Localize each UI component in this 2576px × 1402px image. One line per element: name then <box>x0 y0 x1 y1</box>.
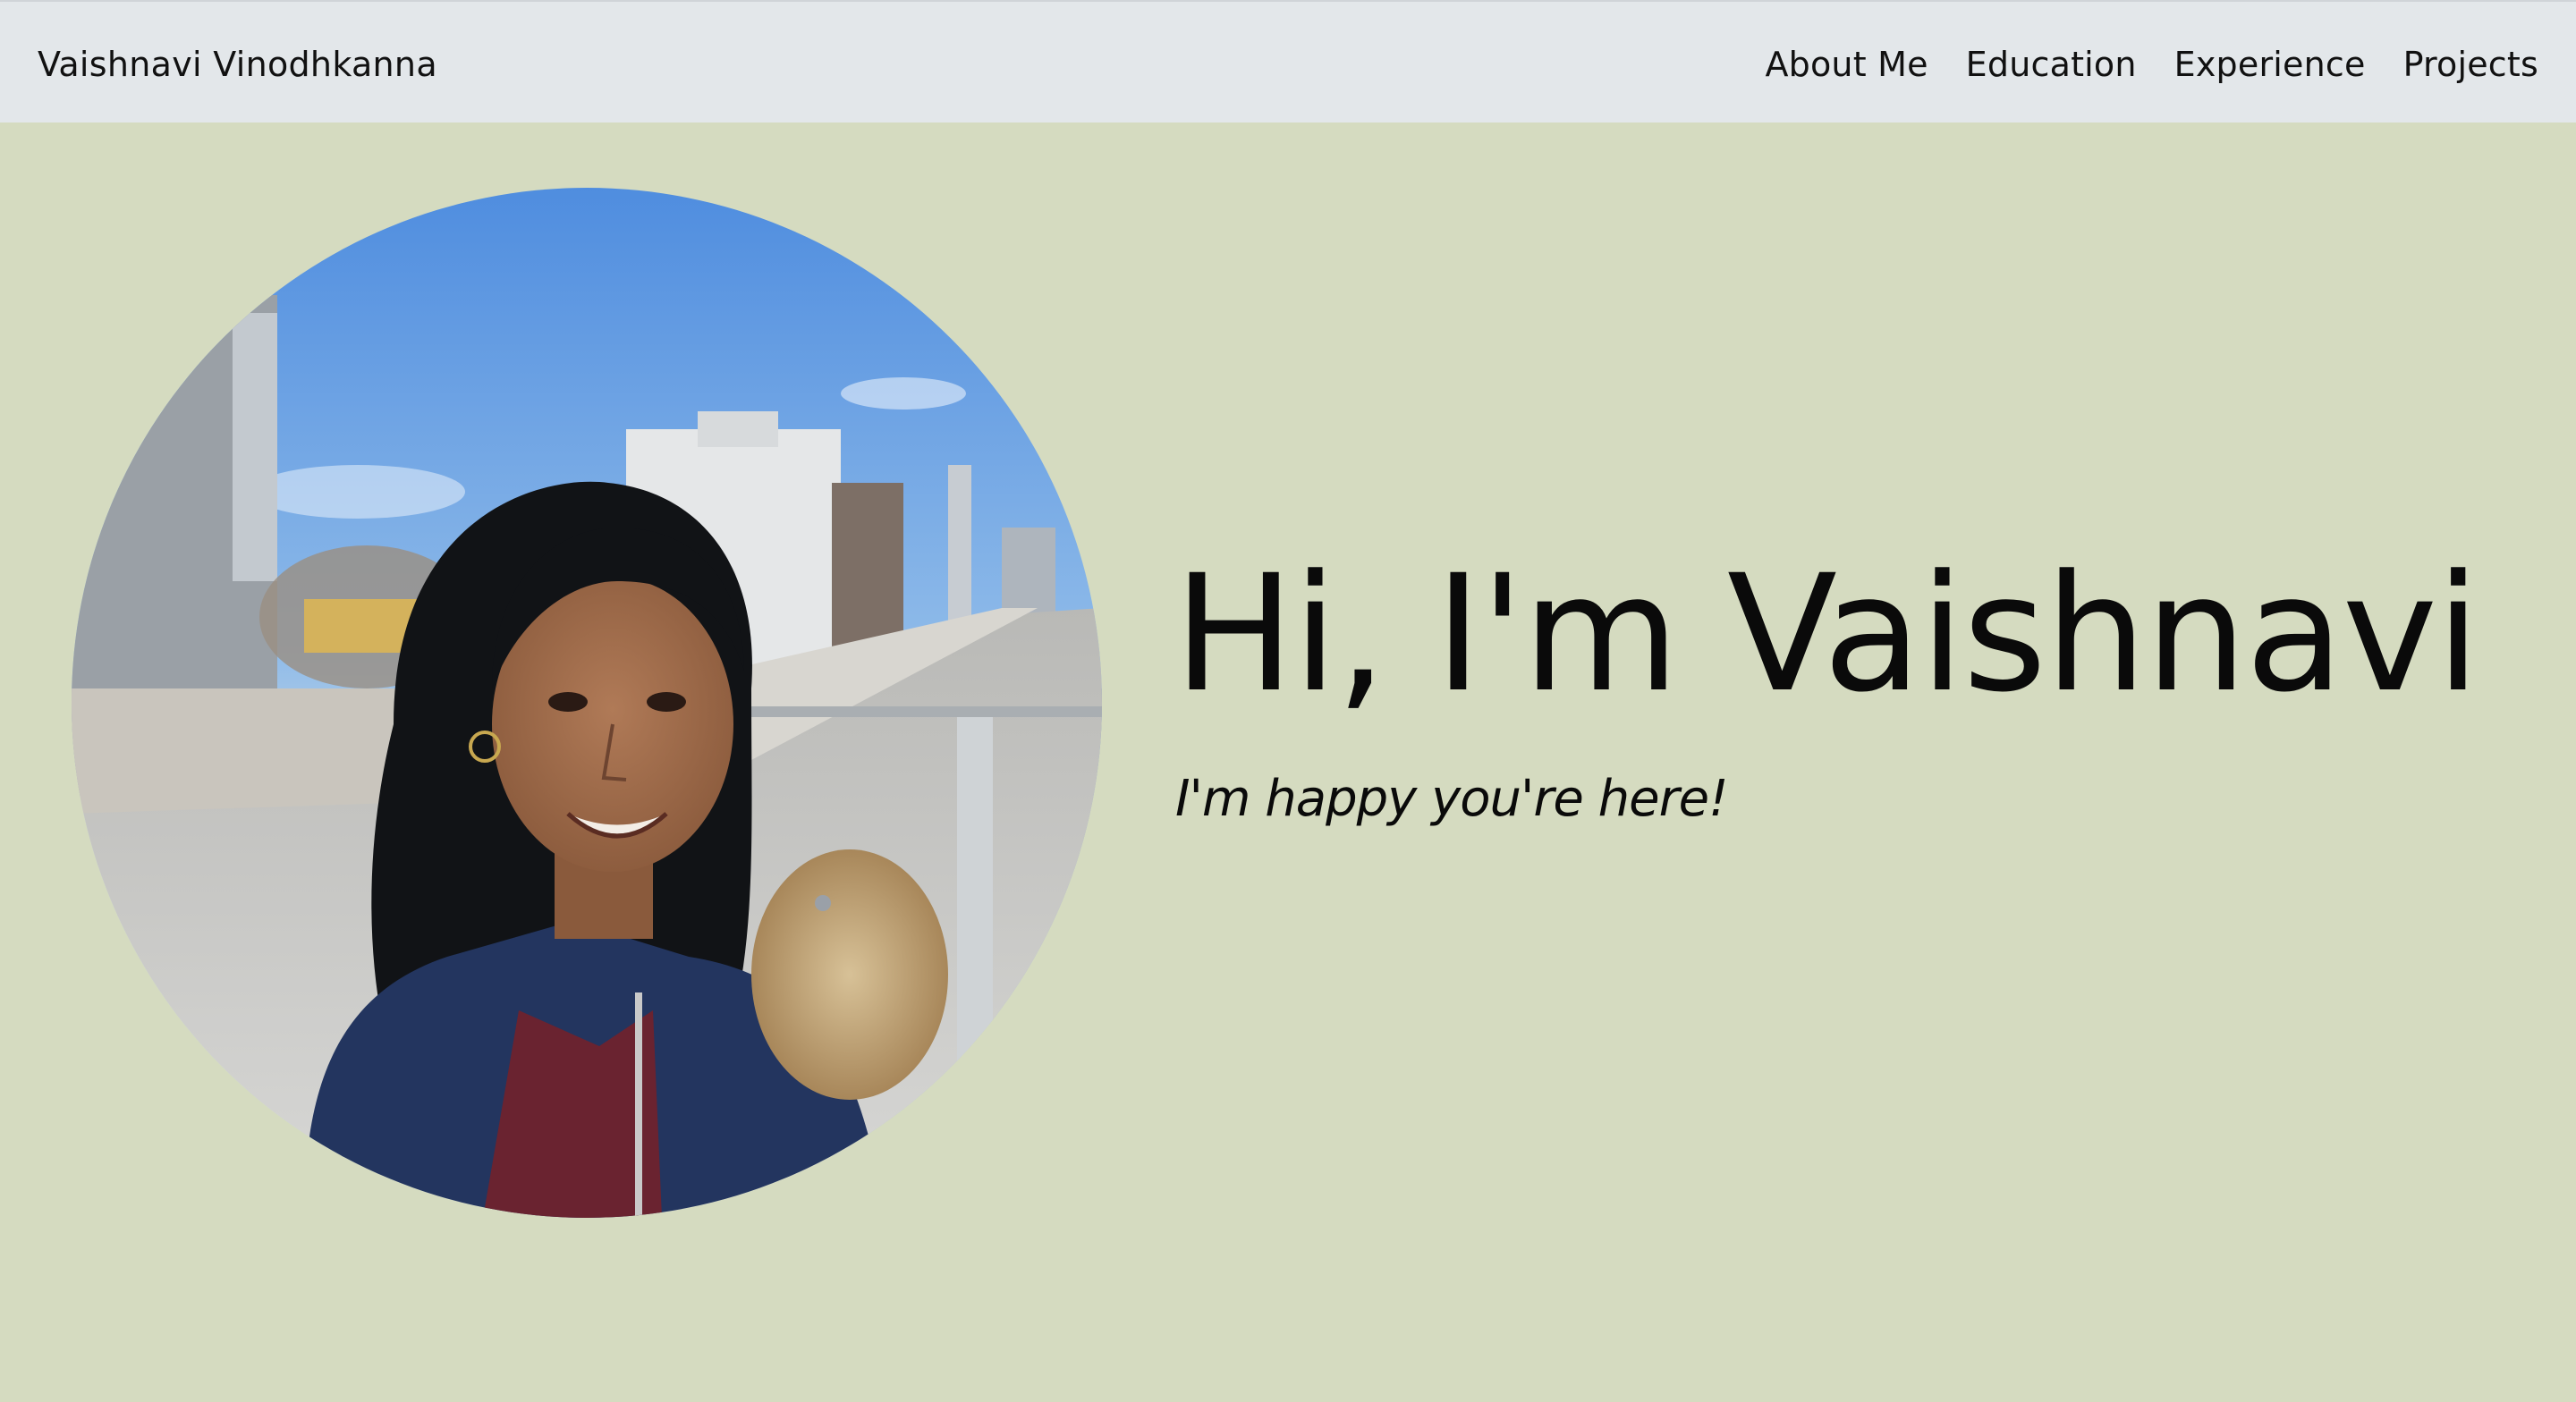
nav-link-experience[interactable]: Experience <box>2174 45 2366 84</box>
nav-links: About Me Education Experience Projects <box>1765 45 2538 84</box>
navbar: Vaishnavi Vinodhkanna About Me Education… <box>0 0 2576 122</box>
brand-link[interactable]: Vaishnavi Vinodhkanna <box>38 45 437 84</box>
profile-photo-image <box>72 188 1102 1218</box>
profile-photo <box>72 188 1102 1218</box>
nav-link-projects[interactable]: Projects <box>2403 45 2538 84</box>
nav-link-about-me[interactable]: About Me <box>1765 45 1928 84</box>
hero-title: Hi, I'm Vaishnavi <box>1174 541 2480 728</box>
nav-link-education[interactable]: Education <box>1966 45 2137 84</box>
hero-subtitle: I'm happy you're here! <box>1175 770 1729 828</box>
